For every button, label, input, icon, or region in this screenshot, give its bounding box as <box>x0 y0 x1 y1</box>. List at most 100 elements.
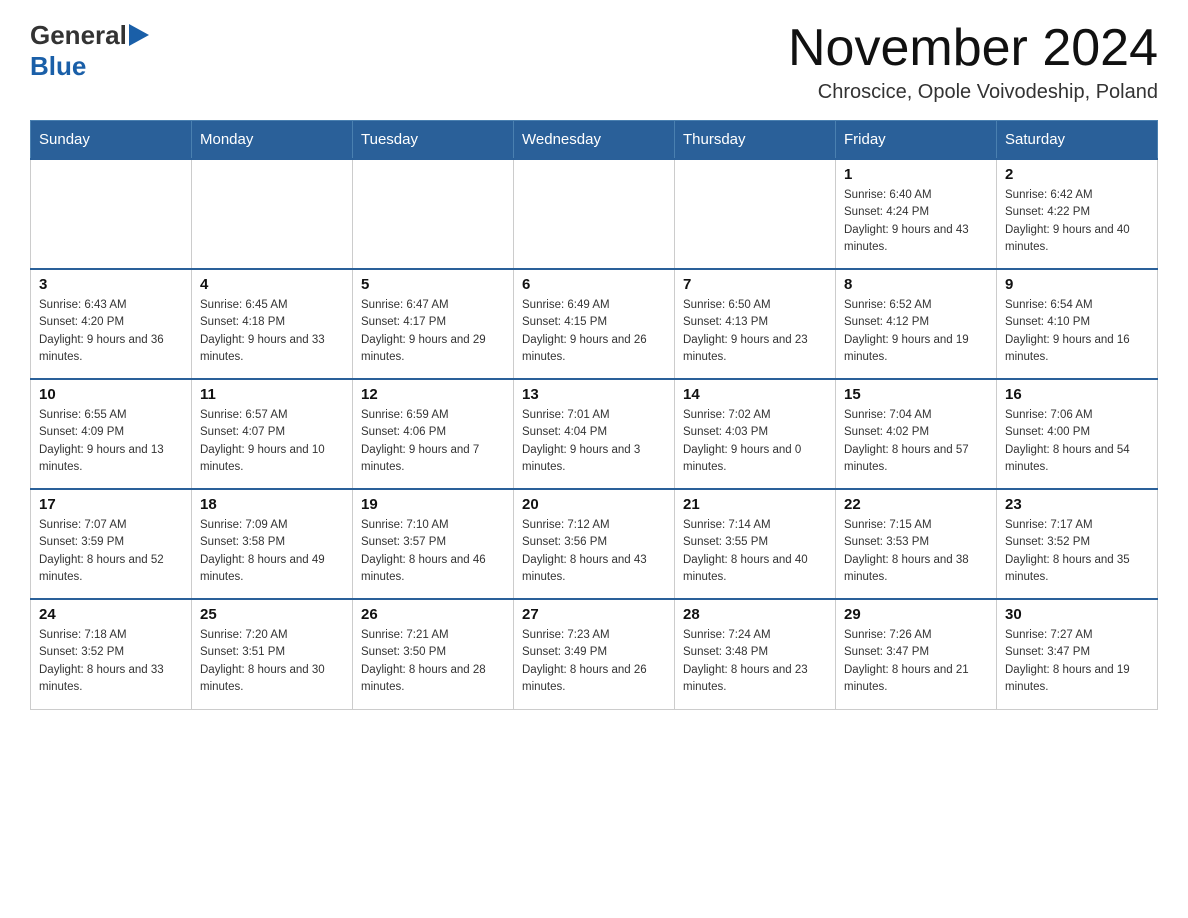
calendar-cell: 22 Sunrise: 7:15 AM Sunset: 3:53 PM Dayli… <box>836 489 997 599</box>
calendar-cell: 9Sunrise: 6:54 AM Sunset: 4:10 PM Daylig… <box>997 269 1158 379</box>
calendar-cell: 30 Sunrise: 7:27 AM Sunset: 3:47 PM Dayli… <box>997 599 1158 709</box>
calendar-cell: 13 Sunrise: 7:01 AM Sunset: 4:04 PM Dayli… <box>514 379 675 489</box>
calendar-cell: 19 Sunrise: 7:10 AM Sunset: 3:57 PM Dayli… <box>353 489 514 599</box>
calendar-cell: 15Sunrise: 7:04 AM Sunset: 4:02 PM Dayli… <box>836 379 997 489</box>
column-header-tuesday: Tuesday <box>353 121 514 160</box>
day-info: Sunrise: 7:15 AM Sunset: 3:53 PM Dayligh… <box>844 517 988 586</box>
day-number: 14 <box>683 386 827 403</box>
calendar-cell: 27 Sunrise: 7:23 AM Sunset: 3:49 PM Dayli… <box>514 599 675 709</box>
column-header-saturday: Saturday <box>997 121 1158 160</box>
logo: General Blue <box>30 20 149 82</box>
day-number: 20 <box>522 496 666 513</box>
day-number: 19 <box>361 496 505 513</box>
calendar-cell <box>192 159 353 269</box>
logo-arrow-icon <box>129 24 149 51</box>
day-info: Sunrise: 7:20 AM Sunset: 3:51 PM Dayligh… <box>200 627 344 696</box>
calendar-cell: 24 Sunrise: 7:18 AM Sunset: 3:52 PM Dayli… <box>31 599 192 709</box>
day-info: Sunrise: 6:49 AM Sunset: 4:15 PM Dayligh… <box>522 297 666 366</box>
day-number: 3 <box>39 276 183 293</box>
day-number: 17 <box>39 496 183 513</box>
column-header-sunday: Sunday <box>31 121 192 160</box>
column-header-monday: Monday <box>192 121 353 160</box>
day-number: 4 <box>200 276 344 293</box>
calendar-cell: 20 Sunrise: 7:12 AM Sunset: 3:56 PM Dayli… <box>514 489 675 599</box>
calendar-cell: 2Sunrise: 6:42 AM Sunset: 4:22 PM Daylig… <box>997 159 1158 269</box>
day-info: Sunrise: 7:10 AM Sunset: 3:57 PM Dayligh… <box>361 517 505 586</box>
day-number: 6 <box>522 276 666 293</box>
calendar-table: SundayMondayTuesdayWednesdayThursdayFrid… <box>30 120 1158 710</box>
calendar-cell: 7 Sunrise: 6:50 AM Sunset: 4:13 PM Daylig… <box>675 269 836 379</box>
calendar-cell: 3Sunrise: 6:43 AM Sunset: 4:20 PM Daylig… <box>31 269 192 379</box>
calendar-week-row: 1 Sunrise: 6:40 AM Sunset: 4:24 PM Daylig… <box>31 159 1158 269</box>
day-info: Sunrise: 7:01 AM Sunset: 4:04 PM Dayligh… <box>522 407 666 476</box>
calendar-week-row: 17 Sunrise: 7:07 AM Sunset: 3:59 PM Dayli… <box>31 489 1158 599</box>
day-number: 10 <box>39 386 183 403</box>
calendar-subtitle: Chroscice, Opole Voivodeship, Poland <box>788 81 1158 104</box>
calendar-cell: 6 Sunrise: 6:49 AM Sunset: 4:15 PM Daylig… <box>514 269 675 379</box>
day-info: Sunrise: 7:14 AM Sunset: 3:55 PM Dayligh… <box>683 517 827 586</box>
day-number: 26 <box>361 606 505 623</box>
calendar-cell: 14Sunrise: 7:02 AM Sunset: 4:03 PM Dayli… <box>675 379 836 489</box>
day-number: 25 <box>200 606 344 623</box>
calendar-cell: 10 Sunrise: 6:55 AM Sunset: 4:09 PM Dayli… <box>31 379 192 489</box>
calendar-week-row: 24 Sunrise: 7:18 AM Sunset: 3:52 PM Dayli… <box>31 599 1158 709</box>
day-info: Sunrise: 7:06 AM Sunset: 4:00 PM Dayligh… <box>1005 407 1149 476</box>
calendar-cell: 1 Sunrise: 6:40 AM Sunset: 4:24 PM Daylig… <box>836 159 997 269</box>
day-number: 16 <box>1005 386 1149 403</box>
day-number: 29 <box>844 606 988 623</box>
day-number: 30 <box>1005 606 1149 623</box>
day-number: 5 <box>361 276 505 293</box>
day-info: Sunrise: 7:17 AM Sunset: 3:52 PM Dayligh… <box>1005 517 1149 586</box>
day-info: Sunrise: 7:04 AM Sunset: 4:02 PM Dayligh… <box>844 407 988 476</box>
day-info: Sunrise: 7:27 AM Sunset: 3:47 PM Dayligh… <box>1005 627 1149 696</box>
calendar-cell <box>353 159 514 269</box>
day-number: 1 <box>844 166 988 183</box>
day-info: Sunrise: 7:07 AM Sunset: 3:59 PM Dayligh… <box>39 517 183 586</box>
calendar-cell: 16 Sunrise: 7:06 AM Sunset: 4:00 PM Dayli… <box>997 379 1158 489</box>
day-info: Sunrise: 6:40 AM Sunset: 4:24 PM Dayligh… <box>844 187 988 256</box>
calendar-cell: 29 Sunrise: 7:26 AM Sunset: 3:47 PM Dayli… <box>836 599 997 709</box>
day-info: Sunrise: 6:59 AM Sunset: 4:06 PM Dayligh… <box>361 407 505 476</box>
day-info: Sunrise: 6:55 AM Sunset: 4:09 PM Dayligh… <box>39 407 183 476</box>
day-info: Sunrise: 7:18 AM Sunset: 3:52 PM Dayligh… <box>39 627 183 696</box>
day-number: 12 <box>361 386 505 403</box>
calendar-cell: 12 Sunrise: 6:59 AM Sunset: 4:06 PM Dayli… <box>353 379 514 489</box>
day-info: Sunrise: 7:12 AM Sunset: 3:56 PM Dayligh… <box>522 517 666 586</box>
day-info: Sunrise: 6:47 AM Sunset: 4:17 PM Dayligh… <box>361 297 505 366</box>
calendar-cell <box>514 159 675 269</box>
calendar-week-row: 3Sunrise: 6:43 AM Sunset: 4:20 PM Daylig… <box>31 269 1158 379</box>
title-area: November 2024 Chroscice, Opole Voivodesh… <box>788 20 1158 104</box>
day-info: Sunrise: 6:50 AM Sunset: 4:13 PM Dayligh… <box>683 297 827 366</box>
day-info: Sunrise: 6:45 AM Sunset: 4:18 PM Dayligh… <box>200 297 344 366</box>
calendar-week-row: 10 Sunrise: 6:55 AM Sunset: 4:09 PM Dayli… <box>31 379 1158 489</box>
day-number: 11 <box>200 386 344 403</box>
column-header-thursday: Thursday <box>675 121 836 160</box>
day-number: 21 <box>683 496 827 513</box>
calendar-cell <box>675 159 836 269</box>
calendar-title: November 2024 <box>788 20 1158 77</box>
day-number: 13 <box>522 386 666 403</box>
day-info: Sunrise: 7:26 AM Sunset: 3:47 PM Dayligh… <box>844 627 988 696</box>
calendar-cell: 11Sunrise: 6:57 AM Sunset: 4:07 PM Dayli… <box>192 379 353 489</box>
column-header-wednesday: Wednesday <box>514 121 675 160</box>
day-info: Sunrise: 7:21 AM Sunset: 3:50 PM Dayligh… <box>361 627 505 696</box>
day-number: 22 <box>844 496 988 513</box>
day-number: 27 <box>522 606 666 623</box>
day-number: 24 <box>39 606 183 623</box>
calendar-cell: 8Sunrise: 6:52 AM Sunset: 4:12 PM Daylig… <box>836 269 997 379</box>
page-header: General Blue November 2024 Chroscice, Op… <box>30 20 1158 104</box>
calendar-header-row: SundayMondayTuesdayWednesdayThursdayFrid… <box>31 121 1158 160</box>
day-info: Sunrise: 6:42 AM Sunset: 4:22 PM Dayligh… <box>1005 187 1149 256</box>
day-number: 18 <box>200 496 344 513</box>
calendar-cell: 17 Sunrise: 7:07 AM Sunset: 3:59 PM Dayli… <box>31 489 192 599</box>
day-number: 7 <box>683 276 827 293</box>
calendar-cell: 23 Sunrise: 7:17 AM Sunset: 3:52 PM Dayli… <box>997 489 1158 599</box>
column-header-friday: Friday <box>836 121 997 160</box>
day-number: 9 <box>1005 276 1149 293</box>
day-info: Sunrise: 7:23 AM Sunset: 3:49 PM Dayligh… <box>522 627 666 696</box>
calendar-cell: 28Sunrise: 7:24 AM Sunset: 3:48 PM Dayli… <box>675 599 836 709</box>
day-number: 23 <box>1005 496 1149 513</box>
calendar-cell: 18 Sunrise: 7:09 AM Sunset: 3:58 PM Dayli… <box>192 489 353 599</box>
day-info: Sunrise: 7:09 AM Sunset: 3:58 PM Dayligh… <box>200 517 344 586</box>
calendar-cell: 4 Sunrise: 6:45 AM Sunset: 4:18 PM Daylig… <box>192 269 353 379</box>
